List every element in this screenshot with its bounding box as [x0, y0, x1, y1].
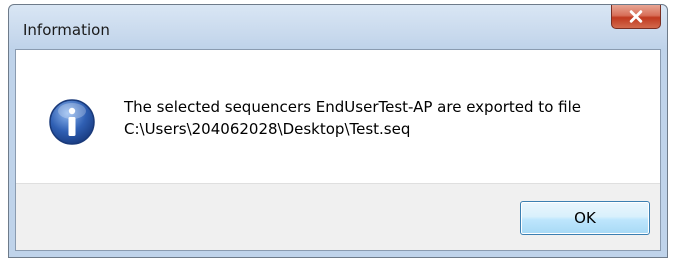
information-dialog: Information The selected sequencers EndU… — [8, 4, 668, 258]
close-icon — [629, 10, 643, 23]
info-icon — [49, 99, 95, 145]
message-line-2: C:\Users\204062028\Desktop\Test.seq — [124, 120, 411, 138]
dialog-title: Information — [23, 21, 110, 39]
button-bar: OK — [16, 183, 660, 250]
message-text: The selected sequencers EndUserTest-AP a… — [124, 96, 581, 140]
dialog-body: The selected sequencers EndUserTest-AP a… — [15, 49, 661, 251]
title-bar[interactable]: Information — [9, 5, 667, 49]
message-area: The selected sequencers EndUserTest-AP a… — [16, 50, 660, 184]
ok-button[interactable]: OK — [520, 201, 650, 235]
close-button[interactable] — [611, 5, 661, 29]
message-line-1: The selected sequencers EndUserTest-AP a… — [124, 98, 581, 116]
